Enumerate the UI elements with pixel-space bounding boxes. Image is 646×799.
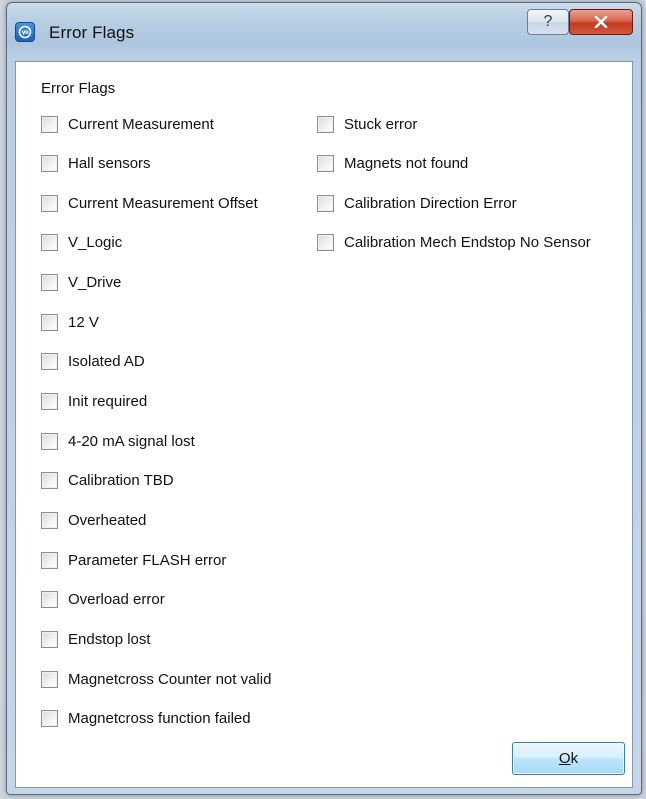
dialog-content: Error Flags Current Measurement Hall sens… bbox=[15, 61, 633, 788]
close-icon bbox=[594, 16, 608, 28]
help-icon: ? bbox=[543, 13, 553, 30]
help-button[interactable]: ? bbox=[527, 9, 569, 35]
flag-label: Calibration Direction Error bbox=[344, 194, 517, 212]
flag-checkbox[interactable]: Endstop lost bbox=[41, 628, 151, 650]
flag-label: V_Drive bbox=[68, 274, 122, 292]
checkbox-box[interactable] bbox=[41, 710, 58, 728]
flag-label: Init required bbox=[68, 393, 148, 411]
flag-checkbox[interactable]: Current Measurement Offset bbox=[41, 192, 258, 214]
group-title: Error Flags bbox=[41, 80, 116, 97]
checkbox-box[interactable] bbox=[41, 393, 58, 411]
flag-checkbox[interactable]: Parameter FLASH error bbox=[41, 549, 226, 571]
checkbox-box[interactable] bbox=[317, 155, 334, 173]
flag-label: Magnets not found bbox=[344, 155, 469, 173]
flag-label: Parameter FLASH error bbox=[68, 551, 227, 569]
checkbox-box[interactable] bbox=[41, 591, 58, 609]
flag-label: V_Logic bbox=[68, 234, 123, 252]
close-button[interactable] bbox=[569, 9, 633, 35]
ok-button[interactable]: Ok bbox=[512, 742, 625, 775]
flag-checkbox[interactable]: V_Logic bbox=[41, 232, 122, 254]
flag-checkbox[interactable]: 12 V bbox=[41, 311, 99, 333]
flag-checkbox[interactable]: Hall sensors bbox=[41, 153, 151, 175]
flag-label: Overload error bbox=[68, 591, 165, 609]
checkbox-box[interactable] bbox=[41, 234, 58, 252]
checkbox-box[interactable] bbox=[41, 274, 58, 292]
app-logo-icon bbox=[15, 22, 35, 42]
title-bar[interactable]: Error Flags ? bbox=[7, 3, 641, 59]
checkbox-box[interactable] bbox=[41, 155, 58, 173]
flag-checkbox[interactable]: Calibration Direction Error bbox=[317, 192, 517, 214]
checkbox-box[interactable] bbox=[41, 353, 58, 371]
flag-label: Endstop lost bbox=[68, 630, 151, 648]
flag-checkbox[interactable]: Stuck error bbox=[317, 113, 417, 135]
checkbox-box[interactable] bbox=[317, 234, 334, 252]
flag-label: Calibration TBD bbox=[68, 472, 174, 490]
checkbox-box[interactable] bbox=[41, 432, 58, 450]
flag-checkbox[interactable]: Init required bbox=[41, 391, 147, 413]
checkbox-box[interactable] bbox=[317, 115, 334, 133]
flag-checkbox[interactable]: Overload error bbox=[41, 589, 165, 611]
error-flags-dialog: Error Flags ? Error Flags Current Measur… bbox=[6, 2, 642, 795]
flag-checkbox[interactable]: V_Drive bbox=[41, 272, 121, 294]
checkbox-box[interactable] bbox=[317, 194, 334, 212]
checkbox-box[interactable] bbox=[41, 472, 58, 490]
flag-checkbox[interactable]: Magnetcross function failed bbox=[41, 708, 251, 730]
flag-checkbox[interactable]: Current Measurement bbox=[41, 113, 214, 135]
flag-checkbox[interactable]: 4-20 mA signal lost bbox=[41, 430, 195, 452]
flag-checkbox[interactable]: Calibration Mech Endstop No Sensor bbox=[317, 232, 591, 254]
checkbox-box[interactable] bbox=[41, 630, 58, 648]
flag-label: 12 V bbox=[68, 313, 99, 331]
flag-label: Stuck error bbox=[344, 115, 418, 133]
checkbox-box[interactable] bbox=[41, 512, 58, 529]
flag-checkbox[interactable]: Magnetcross Counter not valid bbox=[41, 668, 271, 690]
flag-label: Hall sensors bbox=[68, 155, 151, 173]
checkbox-box[interactable] bbox=[41, 551, 58, 569]
flag-label: Magnetcross Counter not valid bbox=[68, 670, 272, 688]
flag-checkbox[interactable]: Isolated AD bbox=[41, 351, 145, 373]
flag-checkbox[interactable]: Calibration TBD bbox=[41, 470, 174, 492]
ok-button-mnemonic: O bbox=[558, 750, 571, 767]
flag-label: Current Measurement Offset bbox=[68, 194, 258, 212]
checkbox-box[interactable] bbox=[41, 670, 58, 688]
flag-label: Magnetcross function failed bbox=[68, 710, 251, 728]
ok-button-label: k bbox=[570, 750, 579, 767]
flag-label: Current Measurement bbox=[68, 115, 214, 133]
flag-checkbox[interactable]: Magnets not found bbox=[317, 153, 468, 175]
window-title: Error Flags bbox=[49, 23, 135, 42]
flag-checkbox[interactable]: Overheated bbox=[41, 510, 146, 532]
flag-label: Isolated AD bbox=[68, 353, 145, 371]
flag-label: Calibration Mech Endstop No Sensor bbox=[344, 234, 591, 252]
checkbox-box[interactable] bbox=[41, 115, 58, 133]
checkbox-box[interactable] bbox=[41, 313, 58, 331]
flag-label: Overheated bbox=[68, 512, 147, 529]
flag-label: 4-20 mA signal lost bbox=[68, 432, 195, 450]
checkbox-box[interactable] bbox=[41, 194, 58, 212]
